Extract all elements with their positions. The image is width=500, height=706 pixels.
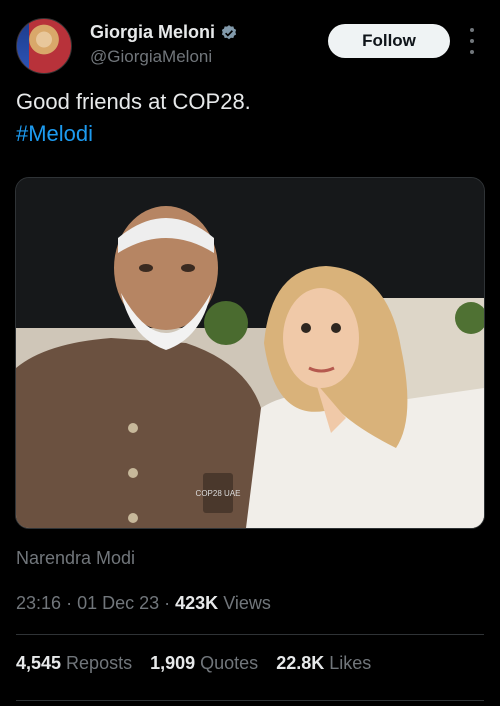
post-date[interactable]: 01 Dec 23 — [77, 593, 159, 613]
author-name[interactable]: Giorgia Meloni — [90, 22, 215, 43]
post-text-block: Good friends at COP28. #Melodi — [16, 86, 251, 150]
reposts-count: 4,545 — [16, 653, 62, 673]
verified-badge-icon — [221, 24, 237, 39]
reposts-label: Reposts — [66, 653, 133, 673]
selfie-illustration: COP28 UAE — [16, 178, 484, 528]
likes-stat[interactable]: 22.8K Likes — [276, 653, 371, 674]
cop28-badge-text: COP28 UAE — [196, 489, 241, 498]
reposts-stat[interactable]: 4,545 Reposts — [16, 653, 132, 674]
author-name-row[interactable]: Giorgia Meloni — [90, 22, 238, 43]
hashtag-link[interactable]: #Melodi — [16, 118, 251, 150]
meta-separator: · — [164, 593, 176, 613]
likes-count: 22.8K — [276, 653, 325, 673]
divider — [16, 700, 484, 701]
post-photo[interactable]: COP28 UAE — [15, 177, 485, 529]
meta-separator: · — [66, 593, 78, 613]
follow-button[interactable]: Follow — [328, 24, 450, 58]
post-time[interactable]: 23:16 — [16, 593, 61, 613]
quotes-count: 1,909 — [150, 653, 196, 673]
divider — [16, 634, 484, 635]
more-options-icon[interactable] — [466, 28, 478, 54]
engagement-stats: 4,545 Reposts 1,909 Quotes 22.8K Likes — [16, 653, 371, 674]
views-count: 423K — [175, 593, 219, 613]
quotes-label: Quotes — [200, 653, 259, 673]
post-meta: 23:16 · 01 Dec 23 · 423K Views — [16, 593, 271, 614]
post-text: Good friends at COP28. — [16, 89, 251, 114]
avatar[interactable] — [16, 18, 72, 74]
quotes-stat[interactable]: 1,909 Quotes — [150, 653, 258, 674]
photo-tag-caption[interactable]: Narendra Modi — [16, 548, 135, 569]
likes-label: Likes — [329, 653, 372, 673]
views-label: Views — [223, 593, 271, 613]
post-header: Giorgia Meloni @GiorgiaMeloni Follow — [0, 0, 500, 90]
author-handle[interactable]: @GiorgiaMeloni — [90, 47, 212, 67]
